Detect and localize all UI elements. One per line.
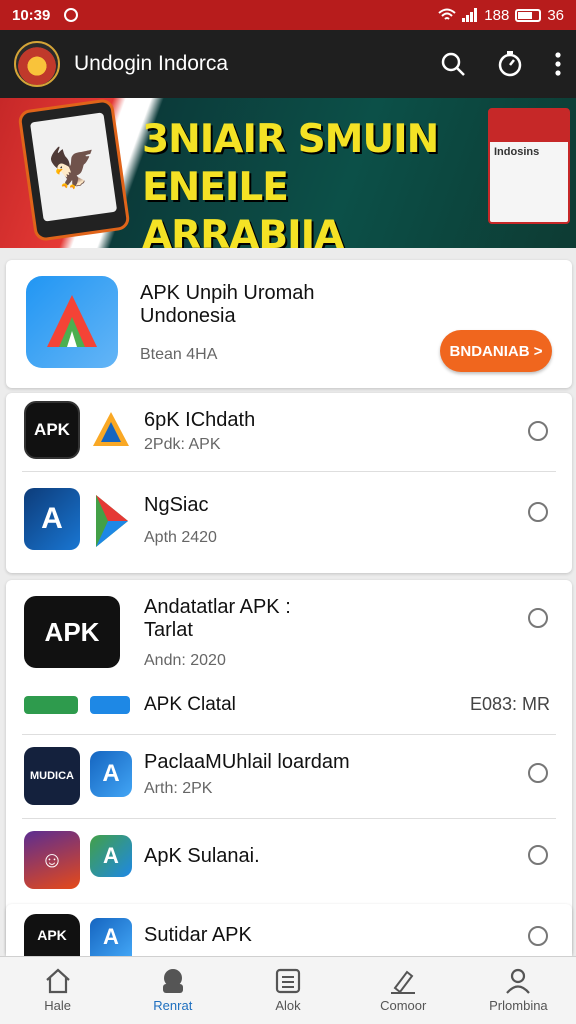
- select-radio[interactable]: [528, 608, 548, 628]
- app-icon: MUDICA: [24, 747, 80, 805]
- list-item-size: E083: MR: [469, 694, 550, 714]
- badge-blue-icon: [90, 696, 130, 714]
- nav-label: Renrat: [153, 998, 193, 1013]
- status-number: 188: [484, 6, 510, 24]
- nav-label: Alok: [275, 998, 301, 1013]
- a-logo-icon: A: [90, 835, 132, 877]
- featured-app-card[interactable]: APK Unpih Uromah Undonesia Btean 4HA BND…: [6, 260, 572, 388]
- apk-app-icon: APK: [24, 596, 120, 668]
- list-item[interactable]: A NgSiac Apth 2420: [6, 472, 572, 572]
- app-logo[interactable]: [14, 41, 60, 87]
- select-radio[interactable]: [528, 763, 548, 783]
- list-item-title: PaclaaMUhlail loardam: [144, 751, 350, 773]
- app-list-card-3: APK A Sutidar APK: [6, 904, 572, 956]
- list-item-title-line2: Tarlat: [144, 619, 193, 641]
- bottom-navigation: Hale Renrat Alok Comoor Prlombina: [0, 956, 576, 1024]
- select-radio[interactable]: [528, 845, 548, 865]
- select-radio[interactable]: [528, 926, 548, 946]
- nav-label: Hale: [44, 998, 71, 1013]
- robot-icon: [162, 969, 183, 993]
- list-item-title-line1: Andatatlar APK :: [144, 596, 291, 618]
- signal-icon: [462, 8, 478, 22]
- app-icon: APK: [24, 401, 80, 459]
- list-item-subtitle: Andn: 2020: [144, 652, 226, 669]
- list-item-title: ApK Sulanai.: [144, 845, 260, 867]
- battery-icon: [515, 8, 542, 22]
- nav-renrat[interactable]: Renrat: [115, 957, 230, 1024]
- download-button[interactable]: BNDANIAB >: [440, 330, 552, 372]
- list-item-subtitle: Apth 2420: [144, 529, 217, 546]
- app-list-card-1: APK 6pK IChdath 2Pdk: APK A NgSiac Apth …: [6, 393, 572, 573]
- list-item[interactable]: APK A Sutidar APK: [6, 904, 572, 956]
- banner-headline-line1: 3NIAIR SMUIN: [142, 117, 439, 162]
- nav-label: Prlombina: [489, 998, 548, 1013]
- app-title: Undogin Indorca: [74, 52, 229, 75]
- status-bar: 10:39 188 36: [0, 0, 576, 30]
- search-icon[interactable]: [440, 51, 466, 77]
- a-logo-icon: A: [90, 751, 132, 797]
- promo-banner[interactable]: 🦅 3NIAIR SMUIN ENEILE ARRABIIA Indosins: [0, 98, 576, 248]
- a-logo-icon: A: [90, 918, 132, 956]
- battery-level: 36: [547, 6, 564, 24]
- list-item[interactable]: APK Clatal E083: MR: [6, 684, 572, 730]
- profile-icon: [506, 968, 531, 994]
- status-icons: 188 36: [438, 7, 564, 24]
- list-item-title: 6pK IChdath: [144, 409, 256, 431]
- banner-box-text: Indosins: [494, 146, 540, 158]
- select-radio[interactable]: [528, 502, 548, 522]
- mascot-icon: ☺: [24, 831, 80, 889]
- sync-icon: [64, 8, 79, 22]
- nav-prlombina[interactable]: Prlombina: [461, 957, 576, 1024]
- nav-home[interactable]: Hale: [0, 957, 115, 1024]
- list-item-title: Sutidar APK: [144, 924, 252, 946]
- badge-green-icon: [24, 696, 78, 714]
- banner-product-box: Indosins: [488, 108, 570, 224]
- play-logo-icon: [92, 492, 132, 550]
- nav-comoor[interactable]: Comoor: [346, 957, 461, 1024]
- nav-alok[interactable]: Alok: [230, 957, 345, 1024]
- edit-icon: [391, 970, 416, 994]
- more-vert-icon[interactable]: [554, 51, 562, 77]
- featured-title-line2: Undonesia: [140, 305, 236, 327]
- featured-app-icon: [26, 276, 118, 368]
- featured-subtitle: Btean 4HA: [140, 346, 218, 363]
- app-icon: A: [24, 488, 80, 550]
- featured-title-line1: APK Unpih Uromah: [140, 282, 315, 304]
- list-item[interactable]: APK 6pK IChdath 2Pdk: APK: [6, 393, 572, 471]
- list-item[interactable]: MUDICA A PaclaaMUhlail loardam Arth: 2PK: [6, 735, 572, 817]
- home-icon: [45, 968, 70, 994]
- featured-list-item[interactable]: APK Andatatlar APK : Tarlat Andn: 2020: [6, 580, 572, 678]
- list-item-title: APK Clatal: [144, 694, 236, 715]
- wifi-icon: [438, 8, 456, 20]
- list-icon: [275, 968, 301, 994]
- banner-phone-image: 🦅: [17, 98, 131, 243]
- banner-headline-line2: ENEILE ARRABIIA: [142, 165, 344, 248]
- triangle-logo-icon: [90, 409, 132, 449]
- list-item-subtitle: 2Pdk: APK: [144, 436, 221, 453]
- list-item-subtitle: Arth: 2PK: [144, 780, 213, 797]
- app-bar: Undogin Indorca: [0, 30, 576, 98]
- timer-icon[interactable]: [496, 50, 524, 78]
- status-time: 10:39: [12, 6, 51, 24]
- list-item-title: NgSiac: [144, 494, 209, 516]
- app-list-card-2: APK Andatatlar APK : Tarlat Andn: 2020 A…: [6, 580, 572, 956]
- select-radio[interactable]: [528, 421, 548, 441]
- nav-label: Comoor: [380, 998, 427, 1013]
- banner-headline: 3NIAIR SMUIN ENEILE ARRABIIA: [142, 116, 462, 248]
- app-icon: APK: [24, 914, 80, 956]
- eagle-icon: 🦅: [45, 142, 102, 193]
- list-item[interactable]: ☺ A ApK Sulanai.: [6, 819, 572, 899]
